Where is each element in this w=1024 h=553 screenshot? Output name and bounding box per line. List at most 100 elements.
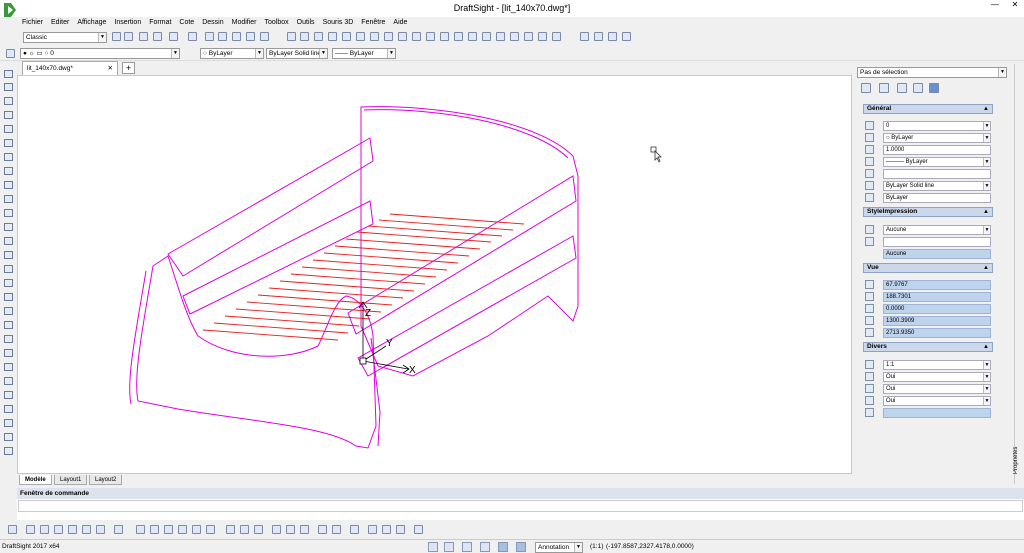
point-icon[interactable] [412, 32, 421, 41]
revcloud-icon[interactable] [524, 32, 533, 41]
properties-vertical-tab[interactable]: Propriétés [1013, 440, 1023, 480]
block-icon[interactable] [426, 32, 435, 41]
command-input[interactable] [18, 500, 1023, 512]
pattern-icon[interactable] [4, 125, 13, 133]
snap-perpendicular-icon[interactable] [272, 525, 281, 534]
dim-radius-icon[interactable] [178, 525, 187, 534]
align-icon[interactable] [4, 307, 13, 315]
text-icon[interactable] [440, 32, 449, 41]
menu-cote[interactable]: Cote [175, 17, 198, 28]
chevron-down-icon[interactable]: ▼ [255, 49, 263, 58]
rotate-icon[interactable] [4, 153, 13, 161]
prop-ucs-icon-on[interactable]: Oui ▼ [863, 371, 993, 382]
region-icon[interactable] [454, 32, 463, 41]
chevron-down-icon[interactable]: ▼ [983, 134, 990, 142]
prop-linetype-display-value[interactable]: ByLayer Solid line ▼ [883, 181, 991, 191]
menu-fichier[interactable]: Fichier [18, 17, 47, 28]
tab-layout1[interactable]: Layout1 [54, 475, 88, 485]
join-icon[interactable] [4, 237, 13, 245]
menu-aide[interactable]: Aide [389, 17, 411, 28]
array-icon[interactable] [4, 335, 13, 343]
table-icon[interactable] [468, 32, 477, 41]
offset-icon[interactable] [4, 111, 13, 119]
lengthen-icon[interactable] [4, 293, 13, 301]
prop-linetype[interactable]: ——— ByLayer ▼ [863, 156, 993, 167]
viewport-4-icon[interactable] [622, 32, 631, 41]
document-tab[interactable]: lit_140x70.dwg* ✕ [22, 61, 118, 75]
tab-model[interactable]: Modèle [19, 475, 52, 485]
layer-iso-icon[interactable] [396, 525, 405, 534]
snap-toggle-icon[interactable] [444, 542, 454, 552]
polar-toggle-icon[interactable] [498, 542, 508, 552]
prop-linetype-display[interactable]: ByLayer Solid line ▼ [863, 180, 993, 191]
prop-ucs-per-viewport[interactable]: Oui ▼ [863, 395, 993, 406]
chevron-down-icon[interactable]: ▼ [171, 49, 179, 58]
layer-prev-icon[interactable] [382, 525, 391, 534]
layer-select[interactable]: ● ☼ ▭ ○ 0 ▼ [20, 48, 180, 59]
prop-layer[interactable]: 0 ▼ [863, 120, 993, 131]
new-tab-button[interactable]: + [122, 62, 135, 74]
image-icon[interactable] [510, 32, 519, 41]
measure-icon[interactable] [414, 525, 423, 534]
spline-icon[interactable] [398, 32, 407, 41]
layer-state-icon[interactable] [368, 525, 377, 534]
edit-spline-icon[interactable] [4, 363, 13, 371]
fillet-icon[interactable] [4, 265, 13, 273]
chevron-down-icon[interactable]: ▼ [983, 361, 990, 369]
prop-print-table[interactable] [863, 236, 993, 247]
selection-select[interactable]: Pas de sélection ▼ [857, 67, 1007, 78]
mirror-icon[interactable] [4, 97, 13, 105]
filter-icon[interactable] [913, 83, 923, 93]
section-misc[interactable]: Divers ▲ [863, 342, 993, 352]
dim-aligned-icon[interactable] [150, 525, 159, 534]
prop-ucs-icon-origin[interactable]: Oui ▼ [863, 383, 993, 394]
chevron-down-icon[interactable]: ▼ [998, 68, 1006, 77]
erase-icon[interactable] [205, 32, 214, 41]
grid-toggle-icon[interactable] [462, 542, 472, 552]
snap-none-icon[interactable] [350, 525, 359, 534]
save-icon[interactable] [139, 32, 148, 41]
circle-icon[interactable] [314, 32, 323, 41]
drawing-canvas[interactable]: Z Y X [17, 75, 852, 474]
view-icon[interactable] [114, 525, 123, 534]
snap-nearest-icon[interactable] [300, 525, 309, 534]
prop-print-style-value[interactable]: Aucune ▼ [883, 225, 991, 235]
select-objects-icon[interactable] [879, 83, 889, 93]
insert-block-icon[interactable] [482, 32, 491, 41]
zoom-window-icon[interactable] [246, 32, 255, 41]
chamfer-icon[interactable] [4, 251, 13, 259]
wipeout-icon[interactable] [538, 32, 547, 41]
group-icon[interactable] [4, 433, 13, 441]
menu-affichage[interactable]: Affichage [73, 17, 110, 28]
close-tab-icon[interactable]: ✕ [108, 62, 113, 75]
prop-lineweight-value[interactable]: ByLayer [883, 193, 991, 203]
redo-icon[interactable] [188, 32, 197, 41]
edit-text-icon[interactable] [4, 391, 13, 399]
line-icon[interactable] [287, 32, 296, 41]
prop-color-value[interactable]: ○ ByLayer ▼ [883, 133, 991, 143]
toggle-pickadd-icon[interactable] [861, 83, 871, 93]
collapse-icon[interactable]: ▲ [983, 343, 989, 351]
polyline-icon[interactable] [300, 32, 309, 41]
chevron-down-icon[interactable]: ▼ [319, 49, 327, 58]
menu-outils[interactable]: Outils [293, 17, 319, 28]
eraser-icon[interactable] [4, 70, 13, 78]
wedge-icon[interactable] [40, 525, 49, 534]
sphere-icon[interactable] [82, 525, 91, 534]
section-general[interactable]: Général ▲ [863, 104, 993, 114]
edit-hatch-icon[interactable] [4, 377, 13, 385]
chevron-down-icon[interactable]: ▼ [983, 122, 990, 130]
prop-print-table-value[interactable] [883, 237, 991, 247]
chevron-down-icon[interactable]: ▼ [574, 543, 582, 552]
torus-icon[interactable] [96, 525, 105, 534]
snap-tangent-icon[interactable] [286, 525, 295, 534]
chevron-down-icon[interactable]: ▼ [983, 397, 990, 405]
prop-lineweight[interactable]: ByLayer [863, 192, 993, 203]
collapse-icon[interactable]: ▲ [983, 208, 989, 216]
chevron-down-icon[interactable]: ▼ [983, 373, 990, 381]
prop-ucs-icon-origin-value[interactable]: Oui ▼ [883, 384, 991, 394]
quick-select-icon[interactable] [897, 83, 907, 93]
chevron-down-icon[interactable]: ▼ [983, 385, 990, 393]
draw-order-icon[interactable] [4, 419, 13, 427]
prop-annotation-scale[interactable]: 1:1 ▼ [863, 359, 993, 370]
